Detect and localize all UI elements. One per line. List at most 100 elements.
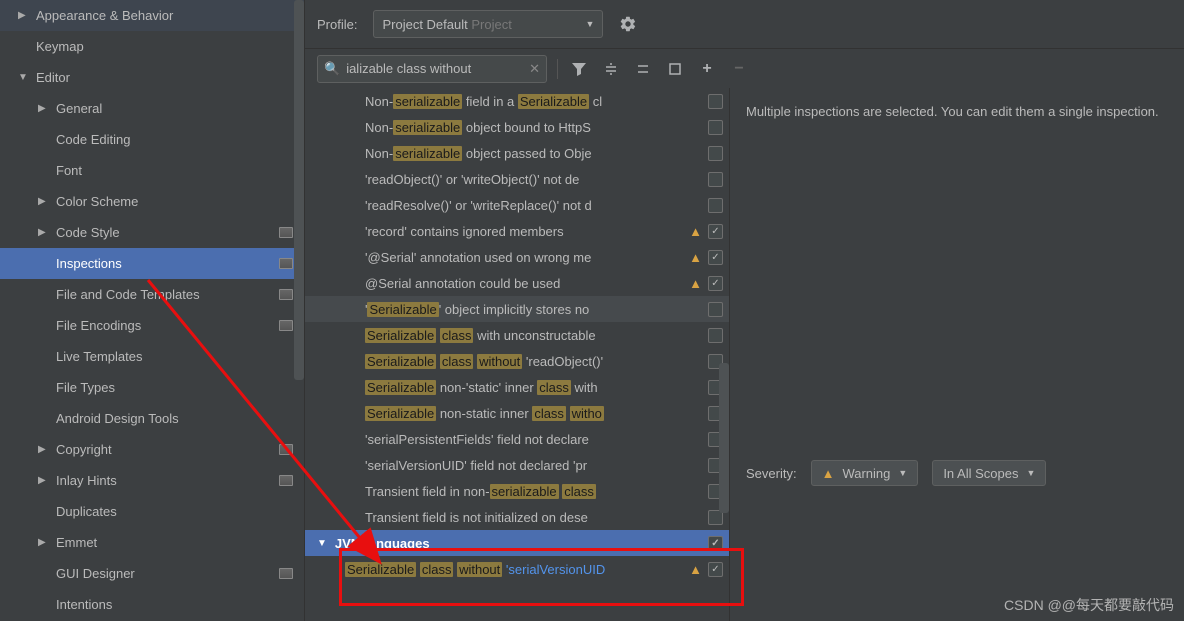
checkbox[interactable] xyxy=(708,328,723,343)
chevron-icon: ▶ xyxy=(38,196,50,207)
inspection-row[interactable]: 'record' contains ignored members▲ xyxy=(305,218,729,244)
tree-item[interactable]: Inspections xyxy=(0,248,304,279)
tree-item[interactable]: File Encodings xyxy=(0,310,304,341)
tree-label: Keymap xyxy=(36,39,276,54)
tree-item[interactable]: Android Design Tools xyxy=(0,403,304,434)
inspection-row[interactable]: Serializable class without 'serialVersio… xyxy=(305,556,729,582)
checkbox[interactable] xyxy=(708,302,723,317)
inspection-row[interactable]: Non-serializable object bound to HttpS xyxy=(305,114,729,140)
tree-item[interactable]: File Types xyxy=(0,372,304,403)
tree-item[interactable]: GUI Designer xyxy=(0,558,304,589)
tree-label: Copyright xyxy=(56,442,276,457)
tree-item[interactable]: Duplicates xyxy=(0,496,304,527)
severity-label: Severity: xyxy=(746,466,797,481)
tree-label: Duplicates xyxy=(56,504,276,519)
tree-label: File Types xyxy=(56,380,276,395)
tree-label: Emmet xyxy=(56,535,276,550)
tree-item[interactable]: ▶Color Scheme xyxy=(0,186,304,217)
tree-item[interactable]: ▼ Editor xyxy=(0,62,304,93)
inspection-row[interactable]: @Serial annotation could be used▲ xyxy=(305,270,729,296)
scope-icon xyxy=(279,320,293,331)
tree-label: Code Editing xyxy=(56,132,276,147)
inspection-row[interactable]: Serializable non-'static' inner class wi… xyxy=(305,374,729,400)
scope-icon xyxy=(279,475,293,486)
profile-dropdown[interactable]: Project Default Project ▼ xyxy=(373,10,603,38)
tree-item[interactable]: Intentions xyxy=(0,589,304,620)
inspection-row[interactable]: 'serialVersionUID' field not declared 'p… xyxy=(305,452,729,478)
tree-item[interactable]: File and Code Templates xyxy=(0,279,304,310)
checkbox[interactable] xyxy=(708,146,723,161)
tree-item[interactable]: ▶Inlay Hints xyxy=(0,465,304,496)
severity-dropdown[interactable]: ▲ Warning ▼ xyxy=(811,460,919,486)
inspection-row[interactable]: Serializable non-static inner class with… xyxy=(305,400,729,426)
tree-label: Inspections xyxy=(56,256,276,271)
checkbox[interactable] xyxy=(708,224,723,239)
add-icon[interactable]: + xyxy=(696,58,718,80)
gear-icon[interactable] xyxy=(619,15,637,33)
chevron-down-icon: ▼ xyxy=(898,468,907,478)
inspection-row[interactable]: 'readObject()' or 'writeObject()' not de xyxy=(305,166,729,192)
warning-icon: ▲ xyxy=(689,276,702,291)
checkbox[interactable] xyxy=(708,276,723,291)
checkbox[interactable] xyxy=(708,250,723,265)
tree-item[interactable]: Keymap xyxy=(0,31,304,62)
tree-item[interactable]: Live Templates xyxy=(0,341,304,372)
inspection-row[interactable]: Transient field is not initialized on de… xyxy=(305,504,729,530)
search-input[interactable]: 🔍 ✕ xyxy=(317,55,547,83)
tree-item[interactable]: ▶General xyxy=(0,93,304,124)
collapse-all-icon[interactable] xyxy=(632,58,654,80)
checkbox[interactable] xyxy=(708,536,723,551)
tree-item[interactable]: ▶Emmet xyxy=(0,527,304,558)
tree-item[interactable]: ▶Code Style xyxy=(0,217,304,248)
remove-icon[interactable]: − xyxy=(728,58,750,80)
tree-label: Live Templates xyxy=(56,349,276,364)
scope-icon xyxy=(279,289,293,300)
checkbox[interactable] xyxy=(708,198,723,213)
chevron-icon: ▼ xyxy=(18,72,30,83)
inspection-row[interactable]: 'serialPersistentFields' field not decla… xyxy=(305,426,729,452)
inspection-row[interactable]: Serializable class without 'readObject()… xyxy=(305,348,729,374)
expand-all-icon[interactable] xyxy=(600,58,622,80)
tree-item[interactable]: Code Editing xyxy=(0,124,304,155)
warning-icon: ▲ xyxy=(822,466,835,481)
tree-label: Editor xyxy=(36,70,276,85)
inspection-row[interactable]: Non-serializable field in a Serializable… xyxy=(305,88,729,114)
inspection-row[interactable]: '@Serial' annotation used on wrong me▲ xyxy=(305,244,729,270)
inspection-category[interactable]: ▼JVM languages xyxy=(305,530,729,556)
settings-tree[interactable]: ▶ Appearance & Behavior Keymap ▼ Editor ▶Gene… xyxy=(0,0,305,621)
profile-bar: Profile: Project Default Project ▼ xyxy=(305,0,1184,48)
tree-item[interactable]: ▶Copyright xyxy=(0,434,304,465)
tree-label: Intentions xyxy=(56,597,276,612)
inspection-list[interactable]: Non-serializable field in a Serializable… xyxy=(305,88,730,621)
checkbox[interactable] xyxy=(708,94,723,109)
reset-icon[interactable] xyxy=(664,58,686,80)
inspection-scrollbar[interactable] xyxy=(719,363,729,513)
details-panel: Multiple inspections are selected. You c… xyxy=(730,88,1184,621)
scope-dropdown[interactable]: In All Scopes ▼ xyxy=(932,460,1046,486)
checkbox[interactable] xyxy=(708,120,723,135)
tree-label: Appearance & Behavior xyxy=(36,8,276,23)
inspection-row[interactable]: Non-serializable object passed to Obje xyxy=(305,140,729,166)
separator xyxy=(557,59,558,79)
tree-label: Font xyxy=(56,163,276,178)
clear-icon[interactable]: ✕ xyxy=(529,61,540,77)
scope-icon xyxy=(279,444,293,455)
inspection-row[interactable]: Serializable class with unconstructable xyxy=(305,322,729,348)
checkbox[interactable] xyxy=(708,562,723,577)
filter-icon[interactable] xyxy=(568,58,590,80)
scope-icon xyxy=(279,227,293,238)
chevron-down-icon: ▼ xyxy=(586,19,595,29)
inspection-row[interactable]: 'Serializable' object implicitly stores … xyxy=(305,296,729,322)
sidebar-scrollbar[interactable] xyxy=(294,0,304,380)
tree-item[interactable]: Font xyxy=(0,155,304,186)
warning-icon: ▲ xyxy=(689,562,702,577)
inspection-row[interactable]: 'readResolve()' or 'writeReplace()' not … xyxy=(305,192,729,218)
tree-label: GUI Designer xyxy=(56,566,276,581)
chevron-icon: ▶ xyxy=(38,475,50,486)
tree-item[interactable]: ▶ Appearance & Behavior xyxy=(0,0,304,31)
chevron-icon: ▶ xyxy=(18,10,30,21)
inspection-row[interactable]: Transient field in non-serializable clas… xyxy=(305,478,729,504)
checkbox[interactable] xyxy=(708,172,723,187)
search-icon: 🔍 xyxy=(324,61,340,77)
scope-icon xyxy=(279,568,293,579)
